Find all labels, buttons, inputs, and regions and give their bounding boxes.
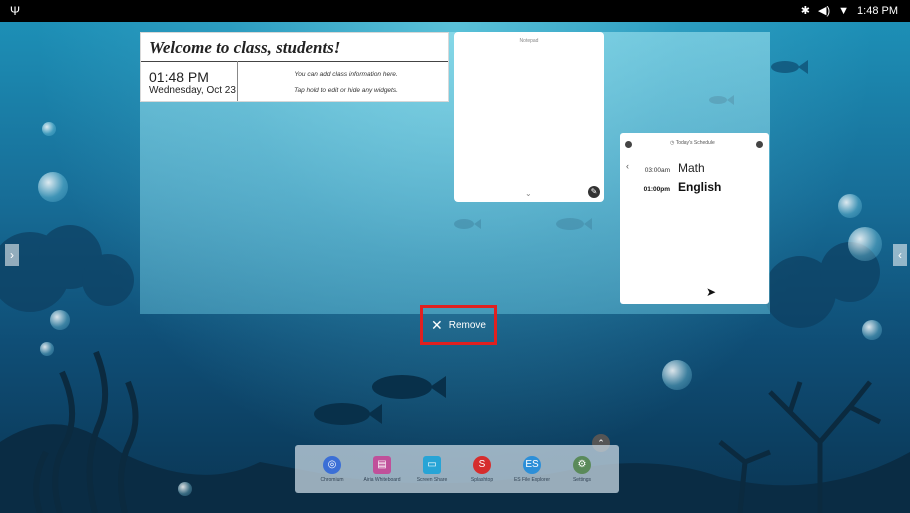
app-dock: ◎ Chromium ▤ Airia Whiteboard ▭ Screen S…	[295, 445, 619, 493]
chevron-left-icon[interactable]: ‹	[626, 161, 629, 171]
pen-icon[interactable]: ✎	[588, 186, 600, 198]
status-time: 1:48 PM	[857, 4, 898, 17]
divider	[141, 61, 448, 62]
settings-icon: ⚙	[573, 455, 591, 474]
schedule-item: 01:00pm English	[630, 180, 722, 194]
dock-app-file-explorer[interactable]: ES ES File Explorer	[510, 455, 554, 483]
chevron-down-icon[interactable]: ⌄	[525, 189, 532, 198]
dock-app-splashtop[interactable]: S Splashtop	[460, 455, 504, 483]
dock-app-screen-share[interactable]: ▭ Screen Share	[410, 455, 454, 483]
right-panel-tab[interactable]: ‹	[893, 244, 907, 266]
welcome-title: Welcome to class, students!	[149, 38, 341, 57]
next-icon[interactable]	[756, 141, 763, 148]
dock-app-label: Airia Whiteboard	[363, 476, 401, 483]
chevron-right-icon: ›	[10, 248, 14, 262]
whiteboard-icon: ▤	[373, 455, 391, 474]
dock-app-label: Settings	[572, 476, 592, 483]
usb-icon: Ψ	[10, 4, 21, 18]
screen-share-icon: ▭	[423, 455, 441, 474]
schedule-widget[interactable]: ◷ Today's Schedule ‹ 03:00am Math 01:00p…	[620, 133, 769, 304]
bubble	[662, 360, 692, 390]
mouse-cursor-icon: ➤	[706, 285, 717, 299]
schedule-time: 03:00am	[644, 167, 670, 174]
bluetooth-icon: ✱	[800, 5, 811, 17]
close-icon: ✕	[431, 316, 443, 333]
remove-button[interactable]: ✕ Remove	[420, 305, 497, 345]
divider	[237, 61, 238, 101]
splashtop-icon: S	[473, 455, 491, 474]
status-bar: Ψ ✱ ◀) ▼ 1:48 PM	[0, 0, 910, 22]
volume-icon: ◀)	[818, 5, 831, 17]
clock-icon: ◷	[670, 140, 675, 146]
schedule-time: 01:00pm	[643, 186, 670, 193]
welcome-widget[interactable]: Welcome to class, students! 01:48 PM Wed…	[140, 32, 449, 102]
clock-time: 01:48 PM	[149, 69, 209, 85]
bubble	[50, 310, 70, 330]
dock-app-label: Chromium	[320, 476, 344, 483]
file-explorer-icon: ES	[523, 455, 541, 474]
schedule-subject: English	[678, 180, 722, 194]
bubble	[178, 482, 192, 496]
bubble	[848, 227, 882, 261]
chevron-left-icon: ‹	[898, 248, 902, 262]
bubble	[38, 172, 68, 202]
wifi-icon: ▼	[838, 4, 850, 17]
left-panel-tab[interactable]: ›	[5, 244, 19, 266]
bubble	[42, 122, 56, 136]
bubble	[40, 342, 54, 356]
dock-app-chromium[interactable]: ◎ Chromium	[310, 455, 354, 483]
bubble	[862, 320, 882, 340]
chromium-icon: ◎	[323, 455, 341, 474]
notepad-title: Notepad	[519, 38, 539, 44]
class-info-line: You can add class information here.	[294, 71, 398, 78]
dock-app-label: ES File Explorer	[513, 476, 551, 483]
dock-app-label: Splashtop	[470, 476, 494, 483]
notepad-widget[interactable]: Notepad ⌄ ✎	[454, 32, 604, 202]
class-info-line: Tap hold to edit or hide any widgets.	[294, 87, 398, 94]
schedule-subject: Math	[678, 161, 705, 175]
schedule-title: ◷ Today's Schedule	[670, 140, 715, 146]
dock-app-label: Screen Share	[416, 476, 448, 483]
schedule-title-text: Today's Schedule	[675, 140, 715, 146]
remove-label: Remove	[448, 319, 486, 331]
dock-app-whiteboard[interactable]: ▤ Airia Whiteboard	[360, 455, 404, 483]
clock-date: Wednesday, Oct 23	[149, 85, 236, 96]
bubble	[838, 194, 862, 218]
dock-app-settings[interactable]: ⚙ Settings	[560, 455, 604, 483]
prev-icon[interactable]	[625, 141, 632, 148]
schedule-item: ‹ 03:00am Math	[626, 161, 705, 175]
